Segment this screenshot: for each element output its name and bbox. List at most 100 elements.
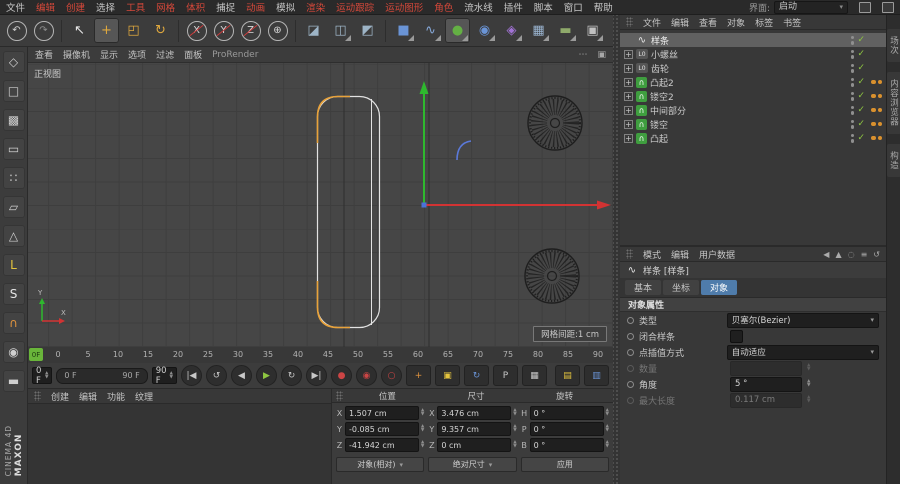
rotate-icon[interactable]: ↻: [148, 18, 173, 43]
menu-mesh[interactable]: 网格: [156, 0, 175, 14]
menu-simulate[interactable]: 模拟: [276, 0, 295, 14]
stepper-icon[interactable]: [606, 425, 609, 433]
mat-menu-texture[interactable]: 纹理: [135, 390, 153, 403]
play-reverse-button[interactable]: ↺: [206, 365, 227, 386]
expand-icon[interactable]: +: [624, 77, 633, 87]
add-subdiv-icon[interactable]: ◉: [472, 18, 497, 43]
solo-mode-icon[interactable]: S: [2, 283, 25, 305]
expand-icon[interactable]: +: [624, 49, 633, 59]
coord-system-icon[interactable]: ⊕: [265, 18, 290, 43]
pos-y-field[interactable]: -0.085 cm: [345, 422, 419, 436]
quantize-icon[interactable]: ◉: [2, 341, 25, 363]
enabled-check-icon[interactable]: ✓: [857, 119, 865, 129]
edges-mode-icon[interactable]: ▱: [2, 196, 25, 218]
render-region-icon[interactable]: ◫: [328, 18, 353, 43]
menu-volume[interactable]: 体积: [186, 0, 205, 14]
mat-menu-edit[interactable]: 编辑: [79, 390, 97, 403]
settings-icon[interactable]: ≡: [861, 250, 868, 259]
vp-menu-camera[interactable]: 摄像机: [63, 48, 90, 61]
anim-dot-icon[interactable]: [627, 348, 634, 356]
polygons-mode-icon[interactable]: △: [2, 225, 25, 247]
anim-dot-icon[interactable]: [627, 380, 634, 388]
visibility-dots-icon[interactable]: [850, 35, 855, 45]
expand-icon[interactable]: +: [624, 105, 633, 115]
object-origin[interactable]: [421, 202, 427, 208]
redo-icon[interactable]: ↷: [31, 18, 56, 43]
object-row-bulge[interactable]: + ∩ 凸起 ✓: [620, 131, 886, 145]
visibility-dots-icon[interactable]: [850, 77, 855, 87]
menu-plugins[interactable]: 插件: [504, 0, 523, 14]
visibility-dots-icon[interactable]: [850, 49, 855, 59]
visibility-dots-icon[interactable]: [850, 63, 855, 73]
menu-file[interactable]: 文件: [6, 0, 25, 14]
stepper-icon[interactable]: [606, 441, 609, 449]
menu-render[interactable]: 渲染: [306, 0, 325, 14]
points-mode-icon[interactable]: ∷: [2, 167, 25, 189]
object-row-screw[interactable]: + L0 小螺丝 ✓: [620, 47, 886, 61]
pos-z-field[interactable]: -41.942 cm: [345, 438, 419, 452]
stepper-icon[interactable]: [807, 380, 810, 388]
om-menu-bookmarks[interactable]: 书签: [783, 16, 801, 29]
viewport-menu-icon[interactable]: ⋯: [578, 50, 587, 60]
helper-spline[interactable]: [456, 140, 472, 161]
add-floor-icon[interactable]: ▬: [553, 18, 578, 43]
menu-create[interactable]: 创建: [66, 0, 85, 14]
menu-character[interactable]: 角色: [434, 0, 453, 14]
enabled-check-icon[interactable]: ✓: [857, 35, 865, 45]
enabled-check-icon[interactable]: ✓: [857, 63, 865, 73]
object-row-spline[interactable]: ∿ 样条 ✓: [620, 33, 886, 47]
nav-up-icon[interactable]: ▲: [835, 250, 841, 259]
close-spline-checkbox[interactable]: [730, 329, 743, 343]
play-button[interactable]: ▶: [256, 365, 277, 386]
expand-icon[interactable]: +: [624, 91, 633, 101]
gear-wireframe-top[interactable]: [527, 95, 583, 151]
panel-grip-icon[interactable]: [626, 17, 633, 27]
add-deformer-icon[interactable]: ◈: [499, 18, 524, 43]
enabled-check-icon[interactable]: ✓: [857, 77, 865, 87]
undo-icon[interactable]: ↶: [4, 18, 29, 43]
mat-menu-function[interactable]: 功能: [107, 390, 125, 403]
autokey-button[interactable]: ◉: [356, 365, 377, 386]
size-mode-dropdown[interactable]: 绝对尺寸: [428, 457, 517, 472]
keyframe-selection-button[interactable]: ○: [381, 365, 402, 386]
timeline-options-button[interactable]: ▥: [584, 365, 609, 386]
record-position-button[interactable]: +: [406, 365, 431, 386]
record-scale-button[interactable]: ▣: [435, 365, 460, 386]
stepper-icon[interactable]: [45, 372, 48, 380]
stepper-icon[interactable]: [421, 441, 424, 449]
nav-back-icon[interactable]: ◀: [823, 250, 829, 259]
menu-snap[interactable]: 捕捉: [216, 0, 235, 14]
lock-y-icon[interactable]: Y: [211, 18, 236, 43]
enabled-check-icon[interactable]: ✓: [857, 49, 865, 59]
add-camera-icon[interactable]: ▣: [580, 18, 605, 43]
panel-divider[interactable]: [613, 15, 620, 484]
apply-button[interactable]: 应用: [520, 457, 609, 472]
visibility-dots-icon[interactable]: [850, 133, 855, 143]
mat-menu-create[interactable]: 创建: [51, 390, 69, 403]
record-rotation-button[interactable]: ↻: [464, 365, 489, 386]
tag-dots-icon[interactable]: [868, 135, 882, 141]
panel-grip-icon[interactable]: [336, 390, 343, 401]
pos-x-field[interactable]: 1.507 cm: [345, 406, 419, 420]
add-array-icon[interactable]: ▦: [526, 18, 551, 43]
material-list-area[interactable]: [28, 404, 331, 484]
goto-start-button[interactable]: |◀: [181, 365, 202, 386]
tab-structure[interactable]: 构造: [886, 143, 900, 177]
tag-dots-icon[interactable]: [868, 93, 882, 99]
record-parameter-button[interactable]: P: [493, 365, 518, 386]
expand-icon[interactable]: +: [624, 119, 633, 129]
texture-mode-icon[interactable]: ▩: [2, 109, 25, 131]
gear-wireframe-bottom[interactable]: [524, 248, 580, 304]
om-menu-edit[interactable]: 编辑: [671, 16, 689, 29]
next-frame-button[interactable]: ↻: [281, 365, 302, 386]
add-generator-icon[interactable]: ●: [445, 18, 470, 43]
tab-takes[interactable]: 场次: [886, 29, 900, 62]
stepper-icon[interactable]: [421, 409, 424, 417]
menu-tools[interactable]: 工具: [126, 0, 145, 14]
stepper-icon[interactable]: [606, 409, 609, 417]
tag-dots-icon[interactable]: [868, 121, 882, 127]
anim-dot-icon[interactable]: [627, 332, 634, 340]
size-x-field[interactable]: 3.476 cm: [437, 406, 512, 420]
type-dropdown[interactable]: 贝塞尔(Bezier): [726, 312, 879, 328]
viewport-canvas[interactable]: Y X 正视图 网格间距:1 cm: [28, 63, 613, 348]
